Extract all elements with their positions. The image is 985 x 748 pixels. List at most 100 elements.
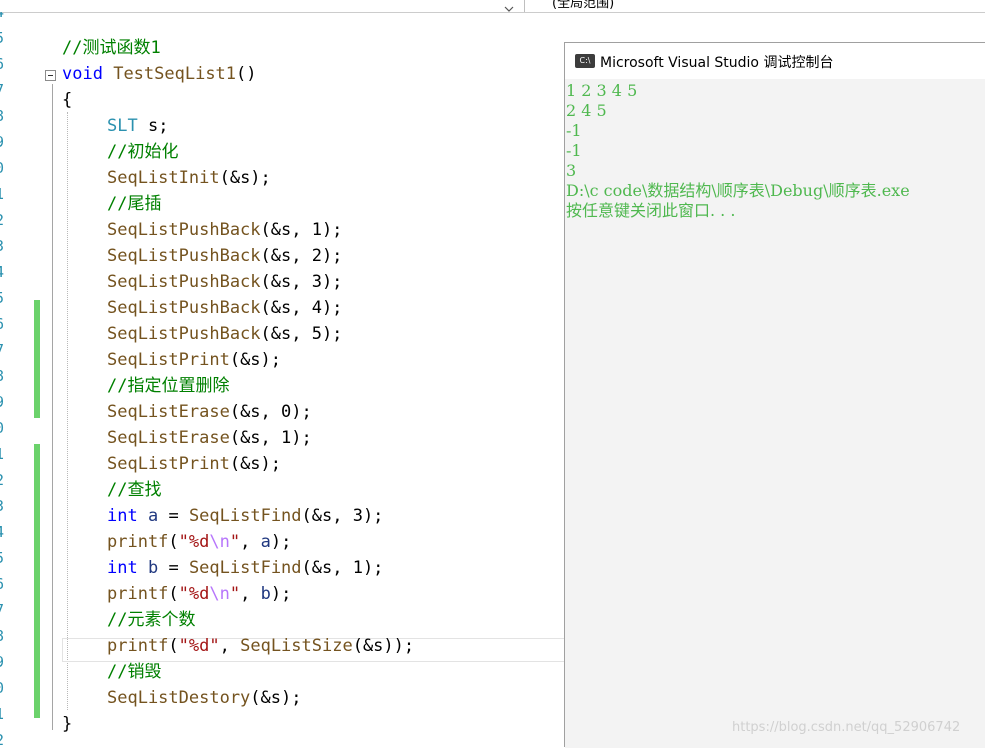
code-line[interactable]: printf("%d\n", b); <box>107 584 291 604</box>
code-token: void <box>62 64 103 84</box>
code-token: { <box>62 90 73 110</box>
code-token: SeqListPushBack <box>107 324 261 344</box>
code-token: ); <box>270 532 292 552</box>
code-line[interactable]: printf("%d", SeqListSize(&s)); <box>107 636 414 656</box>
line-number: 7 <box>0 80 7 100</box>
line-number: 3 <box>0 236 7 256</box>
line-number: 6 <box>0 574 7 594</box>
line-number: 9 <box>0 652 7 672</box>
code-token: printf <box>107 636 169 656</box>
code-token: () <box>236 64 257 84</box>
code-token: SeqListFind <box>188 506 302 526</box>
code-token: //初始化 <box>107 142 179 162</box>
code-line[interactable]: SeqListDestory(&s); <box>107 688 301 708</box>
line-number: 4 <box>0 12 7 22</box>
code-token: SeqListSize <box>240 636 353 656</box>
code-token: } <box>62 714 73 734</box>
change-bar <box>34 444 40 718</box>
console-output-line: 按任意键关闭此窗口. . . <box>566 201 736 220</box>
code-line[interactable]: } <box>62 714 72 734</box>
debug-console-window[interactable]: C:\ Microsoft Visual Studio 调试控制台 1 2 3 … <box>564 42 985 748</box>
code-line[interactable]: SeqListPushBack(&s, 1); <box>107 220 342 240</box>
chevron-down-icon[interactable] <box>500 0 518 12</box>
code-token: b <box>147 558 159 578</box>
code-token: (&s, 5); <box>260 324 343 344</box>
line-number: 3 <box>0 496 7 516</box>
code-token: //查找 <box>107 480 162 500</box>
code-token: (&s); <box>229 350 282 370</box>
code-token: (&s, 0); <box>229 402 312 422</box>
code-line[interactable]: SeqListPushBack(&s, 3); <box>107 272 342 292</box>
code-line[interactable]: int b = SeqListFind(&s, 1); <box>107 558 383 578</box>
code-token: int <box>107 506 138 526</box>
code-line[interactable]: //初始化 <box>107 142 178 162</box>
code-line[interactable]: //尾插 <box>107 194 161 214</box>
line-number: 7 <box>0 340 7 360</box>
code-line[interactable]: SLT s; <box>107 116 168 136</box>
code-token: printf <box>107 532 169 552</box>
code-token: (&s); <box>250 688 302 708</box>
code-token: SeqListPrint <box>107 454 230 474</box>
code-line[interactable]: int a = SeqListFind(&s, 3); <box>107 506 383 526</box>
line-number: 8 <box>0 626 7 646</box>
line-number: 6 <box>0 54 7 74</box>
line-number: 5 <box>0 548 7 568</box>
console-output-line: 2 4 5 <box>566 101 607 120</box>
code-token: "%d" <box>178 636 220 656</box>
code-token: (&s, 4); <box>260 298 343 318</box>
code-line[interactable]: //指定位置删除 <box>107 376 229 396</box>
collapse-toggle-icon[interactable] <box>45 70 56 81</box>
code-token: (&s, 1); <box>260 220 343 240</box>
code-line[interactable]: SeqListPrint(&s); <box>107 350 281 370</box>
code-line[interactable]: void TestSeqList1() <box>62 64 257 84</box>
code-line[interactable]: SeqListPrint(&s); <box>107 454 281 474</box>
line-number: 9 <box>0 392 7 412</box>
code-line[interactable]: SeqListErase(&s, 1); <box>107 428 312 448</box>
code-line[interactable]: //元素个数 <box>107 610 195 630</box>
console-output-line: 3 <box>566 161 577 180</box>
code-line[interactable]: printf("%d\n", a); <box>107 532 291 552</box>
code-line[interactable]: SeqListInit(&s); <box>107 168 271 188</box>
line-number: 8 <box>0 106 7 126</box>
code-token: SeqListPushBack <box>107 220 261 240</box>
code-line[interactable]: SeqListPushBack(&s, 4); <box>107 298 342 318</box>
code-token: = <box>158 558 189 578</box>
code-token: s; <box>137 116 169 136</box>
code-token: (&s); <box>229 454 282 474</box>
console-title-bar[interactable]: C:\ Microsoft Visual Studio 调试控制台 <box>565 43 985 79</box>
code-token: " <box>229 532 241 552</box>
console-app-icon: C:\ <box>575 54 595 68</box>
line-number: 1 <box>0 704 7 724</box>
code-token: a <box>147 506 159 526</box>
code-token: , <box>240 584 261 604</box>
code-token: , <box>240 532 261 552</box>
code-token: (&s, 3); <box>260 272 343 292</box>
line-number: 0 <box>0 158 7 178</box>
code-token: TestSeqList1 <box>113 64 237 84</box>
code-token: = <box>158 506 189 526</box>
code-line[interactable]: //测试函数1 <box>62 38 161 58</box>
code-line[interactable]: SeqListPushBack(&s, 5); <box>107 324 342 344</box>
code-line[interactable]: { <box>62 90 72 110</box>
code-token: SeqListPushBack <box>107 298 261 318</box>
code-token: SeqListErase <box>107 428 230 448</box>
console-output-line: -1 <box>566 121 582 140</box>
code-token: ); <box>270 584 292 604</box>
scope-dropdown[interactable]: (全局范围) <box>552 0 614 11</box>
code-token: (&s, 2); <box>260 246 343 266</box>
line-number: 2 <box>0 730 7 747</box>
code-token: //指定位置删除 <box>107 376 230 396</box>
line-number: 7 <box>0 600 7 620</box>
code-token: SLT <box>107 116 138 136</box>
code-line[interactable]: //查找 <box>107 480 161 500</box>
console-output[interactable]: 1 2 3 4 52 4 5 -1 -1 3 D:\c code\数据结构\顺序表\De… <box>565 79 985 748</box>
code-token: //尾插 <box>107 194 162 214</box>
code-token: (&s, 3); <box>301 506 384 526</box>
code-line[interactable]: SeqListErase(&s, 0); <box>107 402 312 422</box>
line-number: 6 <box>0 314 7 334</box>
code-line[interactable]: //销毁 <box>107 662 161 682</box>
code-line[interactable]: SeqListPushBack(&s, 2); <box>107 246 342 266</box>
line-number: 1 <box>0 184 7 204</box>
